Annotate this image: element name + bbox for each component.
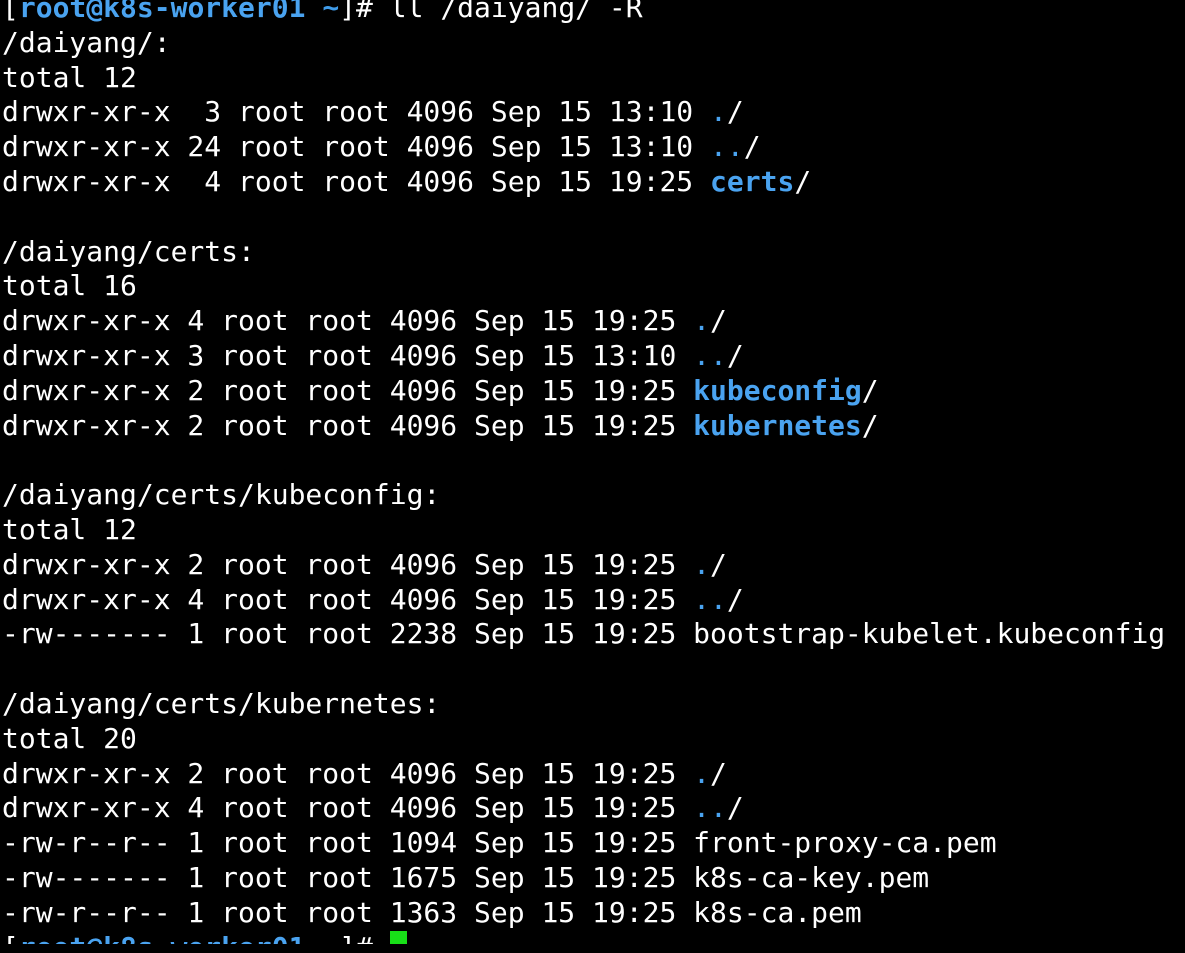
listing-row: drwxr-xr-x 2 root root 4096 Sep 15 19:25… <box>2 548 1185 583</box>
listing-row: drwxr-xr-x 2 root root 4096 Sep 15 19:25… <box>2 374 1185 409</box>
entry-name-dots: . <box>693 547 711 581</box>
prompt-bracket-open: [ <box>2 931 19 944</box>
entry-meta: drwxr-xr-x 2 root root 4096 Sep 15 19:25 <box>2 408 694 442</box>
prompt-at: @ <box>86 931 103 944</box>
entry-slash: / <box>710 756 727 790</box>
entry-slash: / <box>861 408 879 442</box>
listing-row: drwxr-xr-x 3 root root 4096 Sep 15 13:10… <box>2 339 1185 374</box>
entry-name-directory[interactable]: kubeconfig <box>693 374 862 407</box>
entry-name-file[interactable]: k8s-ca-key.pem <box>693 861 929 894</box>
entry-meta: drwxr-xr-x 4 root root 4096 Sep 15 19:25 <box>2 304 694 338</box>
entry-name-dots: . <box>710 95 727 129</box>
total-line: total 20 <box>2 721 137 755</box>
entry-name-file[interactable]: k8s-ca.pem <box>693 896 862 929</box>
terminal-cursor[interactable] <box>389 930 407 944</box>
listing-row: drwxr-xr-x 4 root root 4096 Sep 15 19:25… <box>2 165 1185 200</box>
prompt-line: [root@k8s-worker01 ~]# ll /daiyang/ -R <box>2 0 1185 26</box>
listing-row: drwxr-xr-x 4 root root 4096 Sep 15 19:25… <box>2 304 1185 339</box>
entry-meta: drwxr-xr-x 4 root root 4096 Sep 15 19:25 <box>2 582 694 616</box>
entry-meta: -rw-r--r-- 1 root root 1363 Sep 15 19:25 <box>2 895 694 929</box>
total-line: total 12 <box>2 512 137 546</box>
listing-row: -rw------- 1 root root 1675 Sep 15 19:25… <box>2 861 1185 896</box>
entry-slash: / <box>743 130 761 164</box>
entry-meta: drwxr-xr-x 2 root root 4096 Sep 15 19:25 <box>2 373 694 407</box>
prompt-user: root <box>19 931 86 944</box>
entry-name-directory[interactable]: kubernetes <box>693 409 862 442</box>
directory-header: /daiyang/certs/kubernetes: <box>2 686 441 720</box>
prompt-user: root <box>18 0 87 24</box>
listing-row: -rw-r--r-- 1 root root 1094 Sep 15 19:25… <box>2 826 1185 861</box>
prompt-at: @ <box>86 0 104 24</box>
listing-row: drwxr-xr-x 2 root root 4096 Sep 15 19:25… <box>2 757 1185 792</box>
entry-slash: / <box>794 164 812 198</box>
terminal-window[interactable]: [root@k8s-worker01 ~]# ll /daiyang/ -R/d… <box>0 0 1185 944</box>
entry-meta: -rw------- 1 root root 1675 Sep 15 19:25 <box>2 860 694 894</box>
entry-meta: -rw------- 1 root root 2238 Sep 15 19:25 <box>2 617 694 651</box>
entry-meta: drwxr-xr-x 2 root root 4096 Sep 15 19:25 <box>2 547 694 581</box>
entry-meta: drwxr-xr-x 24 root root 4096 Sep 15 13:1… <box>2 130 711 164</box>
entry-slash: / <box>726 791 744 825</box>
entry-name-dots: .. <box>693 791 727 825</box>
directory-header: /daiyang/certs/kubeconfig: <box>2 478 441 512</box>
listing-row: -rw-r--r-- 1 root root 1363 Sep 15 19:25… <box>2 896 1185 931</box>
entry-meta: drwxr-xr-x 4 root root 4096 Sep 15 19:25 <box>2 791 694 825</box>
prompt-bracket-open: [ <box>2 0 19 24</box>
entry-slash: / <box>726 338 744 372</box>
total-line: total 16 <box>2 269 137 303</box>
listing-row: drwxr-xr-x 4 root root 4096 Sep 15 19:25… <box>2 583 1185 618</box>
listing-row: drwxr-xr-x 2 root root 4096 Sep 15 19:25… <box>2 409 1185 444</box>
entry-name-dots: .. <box>693 338 727 372</box>
listing-row: drwxr-xr-x 4 root root 4096 Sep 15 19:25… <box>2 791 1185 826</box>
prompt-cwd: ~ <box>322 931 339 944</box>
entry-meta: drwxr-xr-x 3 root root 4096 Sep 15 13:10 <box>2 338 694 372</box>
prompt-bracket-close: ]# <box>339 931 390 944</box>
entry-slash: / <box>726 95 744 129</box>
entry-name-dots: . <box>693 756 711 790</box>
entry-meta: drwxr-xr-x 3 root root 4096 Sep 15 13:10 <box>2 95 711 129</box>
entry-name-dots: .. <box>693 582 727 616</box>
entry-name-directory[interactable]: certs <box>710 165 794 198</box>
entry-name-dots: . <box>693 304 711 338</box>
entry-slash: / <box>726 582 744 616</box>
active-prompt-line: [root@k8s-worker01 ~]# <box>2 930 1185 944</box>
directory-header: /daiyang/certs: <box>2 234 255 268</box>
entry-name-dots: .. <box>710 130 744 164</box>
prompt-bracket-close: ]# <box>339 0 390 24</box>
total-line: total 12 <box>2 60 137 94</box>
directory-header: /daiyang/: <box>2 25 171 59</box>
prompt-host: k8s-worker01 <box>103 931 305 944</box>
entry-slash: / <box>861 373 879 407</box>
listing-row: drwxr-xr-x 24 root root 4096 Sep 15 13:1… <box>2 130 1185 165</box>
listing-row: drwxr-xr-x 3 root root 4096 Sep 15 13:10… <box>2 95 1185 130</box>
entry-name-file[interactable]: front-proxy-ca.pem <box>693 826 996 859</box>
entry-meta: drwxr-xr-x 4 root root 4096 Sep 15 19:25 <box>2 164 711 198</box>
entry-meta: -rw-r--r-- 1 root root 1094 Sep 15 19:25 <box>2 826 694 860</box>
entry-name-file[interactable]: bootstrap-kubelet.kubeconfig <box>693 617 1165 650</box>
entry-meta: drwxr-xr-x 2 root root 4096 Sep 15 19:25 <box>2 756 694 790</box>
entry-slash: / <box>710 547 727 581</box>
listing-row: -rw------- 1 root root 2238 Sep 15 19:25… <box>2 617 1185 652</box>
command-text: ll /daiyang/ -R <box>389 0 643 24</box>
prompt-host: k8s-worker01 <box>103 0 306 24</box>
prompt-cwd: ~ <box>322 0 340 24</box>
entry-slash: / <box>710 304 727 338</box>
